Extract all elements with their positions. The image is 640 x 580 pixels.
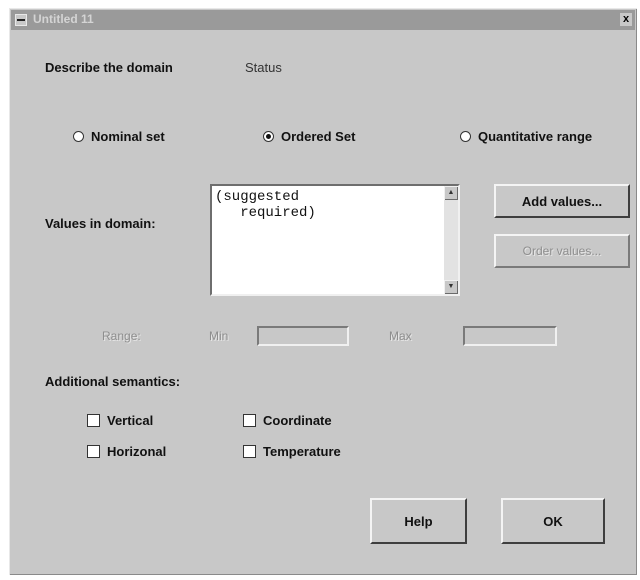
min-field[interactable]: [257, 326, 349, 346]
ok-button[interactable]: OK: [501, 498, 605, 544]
radio-ordered-set[interactable]: Ordered Set: [263, 129, 355, 144]
min-label: Min: [209, 329, 229, 343]
dialog-window: Untitled 11 x Describe the domain Status…: [9, 8, 637, 575]
scroll-up-arrow-icon[interactable]: ▲: [444, 186, 458, 200]
help-button[interactable]: Help: [370, 498, 467, 544]
describe-domain-label: Describe the domain: [45, 60, 173, 75]
radio-quantitative-range-label: Quantitative range: [478, 129, 593, 144]
radio-quantitative-range[interactable]: Quantitative range: [460, 129, 592, 144]
checkbox-vertical[interactable]: Vertical: [87, 413, 153, 428]
add-values-button[interactable]: Add values...: [494, 184, 630, 218]
range-label: Range:: [102, 329, 141, 343]
radio-ordered-set-circle[interactable]: [263, 131, 274, 142]
system-menu-icon[interactable]: [15, 14, 27, 26]
checkbox-vertical-label: Vertical: [107, 413, 154, 428]
values-textarea[interactable]: (suggested required) ▲ ▼: [210, 184, 460, 296]
checkbox-coordinate-box[interactable]: [243, 414, 256, 427]
checkbox-coordinate-label: Coordinate: [263, 413, 332, 428]
title-bar[interactable]: Untitled 11 x: [11, 10, 635, 30]
checkbox-horizontal-box[interactable]: [87, 445, 100, 458]
radio-quantitative-range-circle[interactable]: [460, 131, 471, 142]
max-field[interactable]: [463, 326, 557, 346]
checkbox-temperature-box[interactable]: [243, 445, 256, 458]
radio-nominal-set-label: Nominal set: [91, 129, 165, 144]
checkbox-coordinate[interactable]: Coordinate: [243, 413, 332, 428]
checkbox-temperature-label: Temperature: [263, 444, 341, 459]
checkbox-temperature[interactable]: Temperature: [243, 444, 341, 459]
values-scrollbar[interactable]: ▲ ▼: [444, 186, 458, 294]
values-in-domain-label: Values in domain:: [45, 216, 156, 231]
checkbox-horizontal[interactable]: Horizonal: [87, 444, 166, 459]
domain-name-value: Status: [245, 60, 282, 75]
radio-nominal-set-circle[interactable]: [73, 131, 84, 142]
checkbox-vertical-box[interactable]: [87, 414, 100, 427]
order-values-button[interactable]: Order values...: [494, 234, 630, 268]
max-label: Max: [389, 329, 412, 343]
checkbox-horizontal-label: Horizonal: [107, 444, 167, 459]
close-button[interactable]: x: [620, 13, 632, 26]
values-textarea-text: (suggested required): [215, 189, 316, 221]
scroll-down-arrow-icon[interactable]: ▼: [444, 280, 458, 294]
additional-semantics-label: Additional semantics:: [45, 374, 181, 389]
radio-nominal-set[interactable]: Nominal set: [73, 129, 165, 144]
radio-ordered-set-label: Ordered Set: [281, 129, 356, 144]
window-title: Untitled 11: [33, 12, 94, 26]
